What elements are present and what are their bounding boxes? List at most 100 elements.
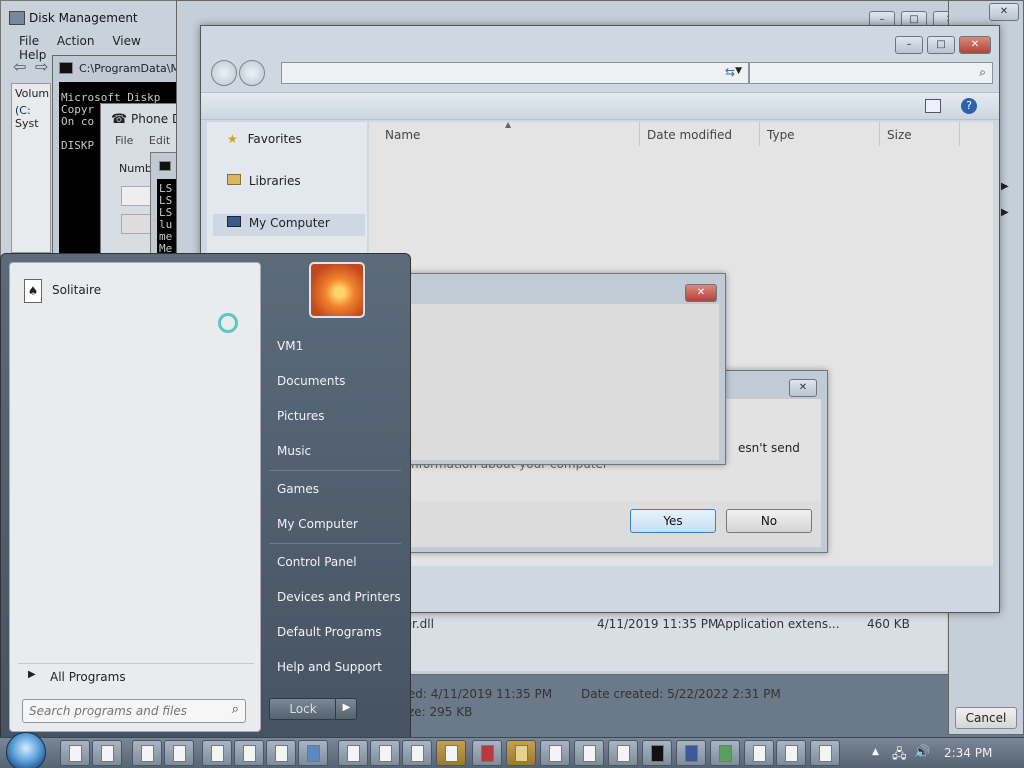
taskbar-button[interactable] xyxy=(266,740,296,766)
taskbar-button[interactable] xyxy=(60,740,90,766)
column-name[interactable]: Name xyxy=(385,128,420,142)
forward-button[interactable] xyxy=(239,60,265,86)
user-picture[interactable] xyxy=(309,262,365,318)
cancel-button[interactable]: Cancel xyxy=(955,707,1017,729)
volume-system[interactable]: Syst xyxy=(15,117,47,130)
volume-c[interactable]: (C: xyxy=(15,104,47,117)
start-item-pictures[interactable]: Pictures xyxy=(277,409,325,423)
taskbar-button[interactable] xyxy=(776,740,806,766)
dropdown-arrow-icon[interactable]: ▼ xyxy=(735,66,742,76)
start-item-documents[interactable]: Documents xyxy=(277,374,345,388)
window-title: Disk Management xyxy=(29,11,138,25)
start-button[interactable] xyxy=(6,732,46,768)
all-programs[interactable]: ▶ All Programs xyxy=(18,663,254,687)
menu-view[interactable]: View xyxy=(112,34,140,48)
column-date-modified[interactable]: Date modified xyxy=(647,128,732,142)
window-icon xyxy=(819,745,832,762)
column-divider[interactable] xyxy=(639,122,640,146)
taskbar-button[interactable] xyxy=(298,740,328,766)
media-icon xyxy=(719,745,732,762)
refresh-icon[interactable]: ⇆ xyxy=(725,65,735,79)
menu-file[interactable]: File xyxy=(19,34,39,48)
column-divider[interactable] xyxy=(879,122,880,146)
nav-item-libraries[interactable]: Libraries xyxy=(227,174,301,188)
address-bar[interactable]: ▼ xyxy=(281,62,749,84)
taskbar-button[interactable] xyxy=(676,740,706,766)
taskbar-button[interactable] xyxy=(642,740,672,766)
search-input[interactable] xyxy=(23,700,213,722)
start-item-help-support[interactable]: Help and Support xyxy=(277,660,382,674)
taskbar-button[interactable] xyxy=(234,740,264,766)
close-button[interactable]: ✕ xyxy=(989,3,1019,21)
phone-icon: ☎ xyxy=(111,112,128,127)
taskbar-button[interactable] xyxy=(92,740,122,766)
taskbar-button[interactable] xyxy=(710,740,740,766)
all-programs-label: All Programs xyxy=(50,670,126,684)
menu-action[interactable]: Action xyxy=(57,34,95,48)
start-item-vm1[interactable]: VM1 xyxy=(277,339,303,353)
start-item-games[interactable]: Games xyxy=(277,482,319,496)
divider xyxy=(269,543,401,544)
pinned-program-solitaire[interactable]: ♠ Solitaire xyxy=(18,277,254,305)
search-icon[interactable]: ⌕ xyxy=(979,65,986,80)
taskbar-button[interactable] xyxy=(574,740,604,766)
expand-arrow-icon[interactable]: ▶ xyxy=(1001,181,1009,192)
shutdown-options-arrow-icon[interactable]: ▶ xyxy=(335,698,357,720)
close-button[interactable]: ✕ xyxy=(685,284,717,302)
window-title: C:\ProgramData\M xyxy=(79,62,180,75)
search-input[interactable]: ⌕ xyxy=(749,62,993,84)
right-arrow-icon: ▶ xyxy=(28,669,36,680)
document-icon xyxy=(753,745,766,762)
command-bar: ? xyxy=(201,92,999,120)
taskbar-button[interactable] xyxy=(608,740,638,766)
start-item-music[interactable]: Music xyxy=(277,444,311,458)
start-item-my-computer[interactable]: My Computer xyxy=(277,517,358,531)
network-icon[interactable]: 🖧 xyxy=(892,745,907,767)
start-item-default-programs[interactable]: Default Programs xyxy=(277,625,382,639)
clock[interactable]: 2:34 PM xyxy=(944,746,992,760)
start-item-control-panel[interactable]: Control Panel xyxy=(277,555,357,569)
forward-arrow-icon[interactable]: ⇨ xyxy=(35,57,48,76)
volume-icon[interactable]: 🔊 xyxy=(914,745,930,760)
yes-button[interactable]: Yes xyxy=(630,509,716,533)
start-search-box[interactable]: ⌕ xyxy=(22,699,246,723)
column-divider[interactable] xyxy=(959,122,960,146)
document-icon xyxy=(101,745,114,762)
no-button[interactable]: No xyxy=(726,509,812,533)
column-size[interactable]: Size xyxy=(887,128,912,142)
expand-arrow-icon[interactable]: ▶ xyxy=(1001,207,1009,218)
menu-edit[interactable]: Edit xyxy=(149,134,170,147)
start-item-devices-printers[interactable]: Devices and Printers xyxy=(277,590,401,604)
taskbar-button[interactable] xyxy=(540,740,570,766)
preview-pane-icon[interactable] xyxy=(925,99,941,113)
maximize-button[interactable]: □ xyxy=(927,36,955,54)
taskbar-button[interactable] xyxy=(506,740,536,766)
taskbar-button[interactable] xyxy=(810,740,840,766)
close-button[interactable]: ✕ xyxy=(789,379,817,397)
search-icon[interactable]: ⌕ xyxy=(232,702,239,717)
taskbar-button[interactable] xyxy=(402,740,432,766)
minimize-button[interactable]: – xyxy=(895,36,923,54)
close-button[interactable]: ✕ xyxy=(959,36,991,54)
back-arrow-icon[interactable]: ⇦ xyxy=(13,57,26,76)
nav-item-favorites[interactable]: ★ Favorites xyxy=(227,132,302,146)
help-icon[interactable]: ? xyxy=(961,98,977,114)
menu-file[interactable]: File xyxy=(115,134,133,147)
document-icon xyxy=(379,745,392,762)
taskbar-button[interactable] xyxy=(338,740,368,766)
libraries-icon xyxy=(227,174,241,185)
taskbar-button[interactable] xyxy=(436,740,466,766)
back-button[interactable] xyxy=(211,60,237,86)
taskbar-button[interactable] xyxy=(370,740,400,766)
taskbar-button[interactable] xyxy=(202,740,232,766)
phone-dialer-icon xyxy=(481,745,494,762)
taskbar-button[interactable] xyxy=(132,740,162,766)
taskbar-button[interactable] xyxy=(164,740,194,766)
taskbar-button[interactable] xyxy=(472,740,502,766)
column-divider[interactable] xyxy=(759,122,760,146)
file-date: 4/11/2019 11:35 PM xyxy=(597,617,719,631)
show-hidden-icons-icon[interactable]: ▲ xyxy=(872,747,879,757)
taskbar-button[interactable] xyxy=(744,740,774,766)
column-type[interactable]: Type xyxy=(767,128,795,142)
nav-item-my-computer[interactable]: My Computer xyxy=(213,214,365,236)
